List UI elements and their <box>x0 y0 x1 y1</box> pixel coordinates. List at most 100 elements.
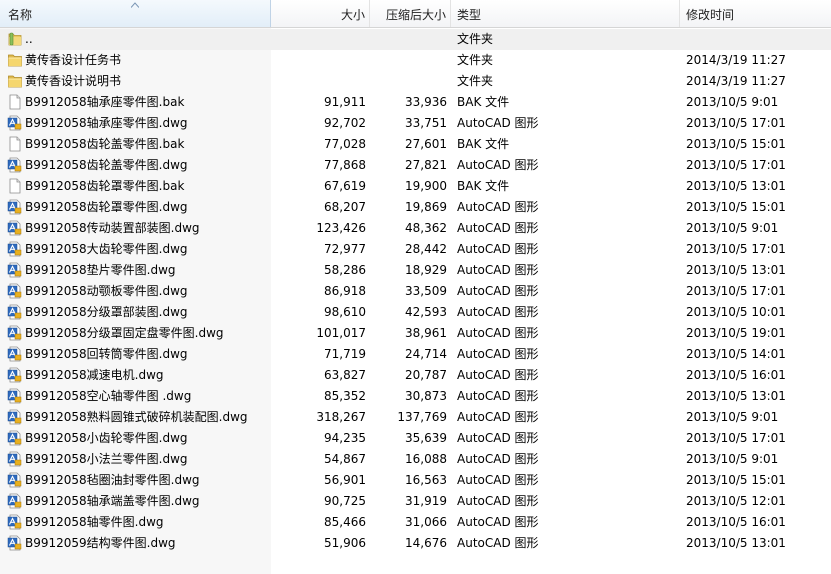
file-compressed-size: 19,900 <box>405 179 447 193</box>
column-header-compressed-label: 压缩后大小 <box>385 8 446 22</box>
autocad-file-icon <box>7 220 23 236</box>
file-row[interactable]: B9912058动颚板零件图.dwg 86,918 33,509 AutoCAD 图形… <box>0 281 831 302</box>
file-type: BAK 文件 <box>457 179 510 193</box>
file-row[interactable]: B9912058传动装置部装图.dwg 123,426 48,362 AutoCAD … <box>0 218 831 239</box>
file-size <box>271 71 366 92</box>
file-row[interactable]: B9912058小齿轮零件图.dwg 94,235 35,639 AutoCAD 图形… <box>0 428 831 449</box>
file-modified: 2013/10/5 15:01 <box>686 200 786 214</box>
file-name: B9912058大齿轮零件图.dwg <box>25 242 188 256</box>
file-name: B9912058回转筒零件图.dwg <box>25 347 188 361</box>
file-name: B9912058轴零件图.dwg <box>25 515 164 529</box>
folder-up-icon <box>7 31 23 47</box>
file-size: 86,918 <box>324 284 366 298</box>
file-compressed-size <box>370 29 447 50</box>
autocad-file-icon <box>7 451 23 467</box>
column-header-name[interactable]: 名称 <box>0 0 271 27</box>
file-size: 94,235 <box>324 431 366 445</box>
file-name: B9912058小法兰零件图.dwg <box>25 452 188 466</box>
file-row[interactable]: B9912058熟料圆锥式破碎机装配图.dwg 318,267 137,769 Aut… <box>0 407 831 428</box>
file-name: B9912058齿轮罩零件图.dwg <box>25 200 188 214</box>
file-size: 92,702 <box>324 116 366 130</box>
autocad-file-icon <box>7 241 23 257</box>
file-size: 67,619 <box>324 179 366 193</box>
file-row[interactable]: B9912058轴承座零件图.bak 91,911 33,936 BAK 文件 2013… <box>0 92 831 113</box>
file-compressed-size: 33,936 <box>405 95 447 109</box>
file-row[interactable]: B9912058轴零件图.dwg 85,466 31,066 AutoCAD 图形 20… <box>0 512 831 533</box>
file-row[interactable]: B9912058大齿轮零件图.dwg 72,977 28,442 AutoCAD 图形… <box>0 239 831 260</box>
file-compressed-size: 16,088 <box>405 452 447 466</box>
autocad-file-icon <box>7 262 23 278</box>
file-name: B9912058分级罩部装图.dwg <box>25 305 188 319</box>
file-row[interactable]: 黄传香设计说明书 文件夹 2014/3/19 11:27 <box>0 71 831 92</box>
file-size: 101,017 <box>316 326 366 340</box>
file-row[interactable]: B9912058齿轮罩零件图.dwg 68,207 19,869 AutoCAD 图形… <box>0 197 831 218</box>
file-row[interactable]: B9912058分级罩部装图.dwg 98,610 42,593 AutoCAD 图形… <box>0 302 831 323</box>
file-row[interactable]: B9912058轴承端盖零件图.dwg 90,725 31,919 AutoCAD 图… <box>0 491 831 512</box>
file-modified: 2013/10/5 17:01 <box>686 431 786 445</box>
autocad-file-icon <box>7 388 23 404</box>
file-size: 68,207 <box>324 200 366 214</box>
file-name: B9912058传动装置部装图.dwg <box>25 221 200 235</box>
column-header-modified-label: 修改时间 <box>686 8 735 22</box>
file-modified: 2013/10/5 13:01 <box>686 389 786 403</box>
autocad-file-icon <box>7 409 23 425</box>
file-name: B9912058轴承端盖零件图.dwg <box>25 494 200 508</box>
file-size: 318,267 <box>316 410 366 424</box>
file-type: BAK 文件 <box>457 137 510 151</box>
file-row[interactable]: B9912058分级罩固定盘零件图.dwg 101,017 38,961 AutoCA… <box>0 323 831 344</box>
file-size <box>271 50 366 71</box>
file-compressed-size: 19,869 <box>405 200 447 214</box>
file-compressed-size: 35,639 <box>405 431 447 445</box>
file-name: B9912058齿轮盖零件图.dwg <box>25 158 188 172</box>
file-row[interactable]: B9912058齿轮罩零件图.bak 67,619 19,900 BAK 文件 2013… <box>0 176 831 197</box>
file-row[interactable]: B9912058齿轮盖零件图.dwg 77,868 27,821 AutoCAD 图形… <box>0 155 831 176</box>
file-type: AutoCAD 图形 <box>457 305 539 319</box>
file-row[interactable]: B9912058齿轮盖零件图.bak 77,028 27,601 BAK 文件 2013… <box>0 134 831 155</box>
autocad-file-icon <box>7 325 23 341</box>
file-name: 黄传香设计任务书 <box>25 53 122 67</box>
blank-file-icon <box>7 136 23 152</box>
file-row[interactable]: B9912059结构零件图.dwg 51,906 14,676 AutoCAD 图形 2… <box>0 533 831 554</box>
file-type: AutoCAD 图形 <box>457 515 539 529</box>
file-compressed-size: 20,787 <box>405 368 447 382</box>
file-size <box>271 29 366 50</box>
file-type: AutoCAD 图形 <box>457 284 539 298</box>
file-name: B9912058小齿轮零件图.dwg <box>25 431 188 445</box>
file-row[interactable]: B9912058毡圈油封零件图.dwg 56,901 16,563 AutoCAD 图… <box>0 470 831 491</box>
autocad-file-icon <box>7 199 23 215</box>
autocad-file-icon <box>7 514 23 530</box>
autocad-file-icon <box>7 472 23 488</box>
file-size: 56,901 <box>324 473 366 487</box>
file-row[interactable]: B9912058回转筒零件图.dwg 71,719 24,714 AutoCAD 图形… <box>0 344 831 365</box>
file-type: AutoCAD 图形 <box>457 116 539 130</box>
autocad-file-icon <box>7 367 23 383</box>
file-modified: 2013/10/5 14:01 <box>686 347 786 361</box>
file-modified: 2013/10/5 15:01 <box>686 473 786 487</box>
file-row[interactable]: B9912058垫片零件图.dwg 58,286 18,929 AutoCAD 图形 2… <box>0 260 831 281</box>
file-compressed-size: 27,601 <box>405 137 447 151</box>
file-type: AutoCAD 图形 <box>457 536 539 550</box>
file-name: B9912059结构零件图.dwg <box>25 536 176 550</box>
file-compressed-size <box>370 50 447 71</box>
file-row[interactable]: B9912058小法兰零件图.dwg 54,867 16,088 AutoCAD 图形… <box>0 449 831 470</box>
file-row[interactable]: B9912058减速电机.dwg 63,827 20,787 AutoCAD 图形 20… <box>0 365 831 386</box>
file-row[interactable]: B9912058轴承座零件图.dwg 92,702 33,751 AutoCAD 图形… <box>0 113 831 134</box>
file-type: 文件夹 <box>457 74 494 88</box>
file-list: .. 文件夹 黄传香设计任务书 文件夹 2014/3/19 11:27 黄传香设计说明书文… <box>0 29 831 554</box>
file-modified: 2013/10/5 19:01 <box>686 326 786 340</box>
column-header-type[interactable]: 类型 <box>451 0 680 27</box>
file-type: BAK 文件 <box>457 95 510 109</box>
column-header-compressed-size[interactable]: 压缩后大小 <box>370 0 451 27</box>
file-type: AutoCAD 图形 <box>457 221 539 235</box>
file-size: 123,426 <box>316 221 366 235</box>
file-size: 77,868 <box>324 158 366 172</box>
file-row[interactable]: .. 文件夹 <box>0 29 831 50</box>
file-row[interactable]: 黄传香设计任务书 文件夹 2014/3/19 11:27 <box>0 50 831 71</box>
file-row[interactable]: B9912058空心轴零件图 .dwg 85,352 30,873 AutoCAD 图… <box>0 386 831 407</box>
file-modified: 2013/10/5 9:01 <box>686 410 779 424</box>
column-header-modified[interactable]: 修改时间 <box>680 0 831 27</box>
sort-ascending-icon <box>131 2 139 8</box>
file-modified: 2013/10/5 9:01 <box>686 221 779 235</box>
column-header-size[interactable]: 大小 <box>271 0 370 27</box>
autocad-file-icon <box>7 304 23 320</box>
